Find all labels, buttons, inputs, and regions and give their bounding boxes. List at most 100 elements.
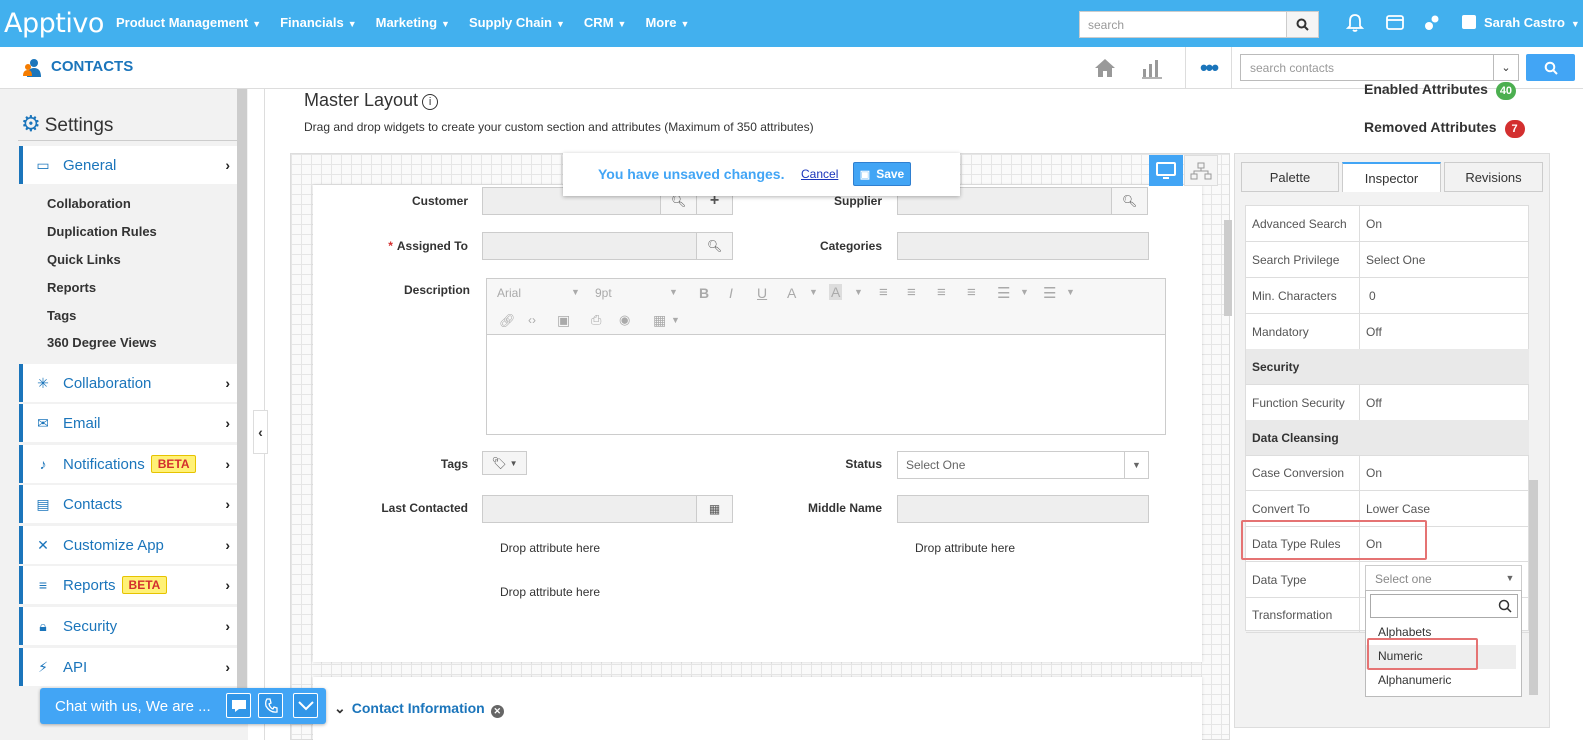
info-icon[interactable]: i [422,94,439,110]
font-size-select[interactable]: 9pt [595,286,612,300]
contacts-search-input[interactable]: search contacts [1240,54,1494,81]
sidebar-scrollbar[interactable] [237,89,247,701]
sidebar-item-reports[interactable]: ≡ Reports BETA › [19,566,237,604]
code-icon[interactable]: ‹› [528,313,536,327]
align-left-icon[interactable]: ≡ [879,284,888,301]
chat-minimize-button[interactable] [293,693,318,718]
remove-section-icon[interactable]: ✕ [490,705,504,718]
sidebar-item-contacts[interactable]: ▤ Contacts › [19,485,237,523]
nav-more[interactable]: More ▼ [645,15,689,30]
image-icon[interactable]: ▣ [557,312,570,329]
tags-dropdown[interactable]: 🏷︎ ▼ [482,451,527,475]
section-contact-information[interactable]: ⌄ Contact Information ✕ [334,700,504,718]
caret-down-icon: ▼ [680,19,690,29]
global-search-input[interactable]: search [1079,11,1287,38]
property-row[interactable]: Function Security Off [1246,385,1529,421]
home-icon[interactable] [1093,57,1117,79]
option-alphanumeric[interactable]: Alphanumeric [1366,669,1516,693]
sidebar-subitem-duplication-rules[interactable]: Duplication Rules [47,224,157,239]
inspector-scrollbar[interactable] [1529,480,1538,695]
chat-message-button[interactable] [226,693,251,718]
contacts-search-button[interactable] [1526,54,1575,81]
description-rich-text-editor[interactable]: Arial ▼ 9pt ▼ B I U A ▼ A ▼ ≡ ≡ ≡ ≡ ☰ ▼ … [486,278,1166,435]
nav-supply-chain[interactable]: Supply Chain ▼ [469,15,565,30]
sidebar-item-api[interactable]: ⚡︎ API › [19,648,237,686]
sidebar-item-security[interactable]: 🔒︎ Security › [19,607,237,645]
nav-crm[interactable]: CRM ▼ [584,15,627,30]
drop-zone[interactable]: Drop attribute here [915,541,1015,555]
status-select[interactable]: Select One ▼ [897,451,1149,479]
drop-zone[interactable]: Drop attribute here [500,585,600,599]
search-options-dropdown[interactable]: ⌄ [1493,54,1519,81]
calendar-button[interactable]: ▦ [696,495,733,523]
highlight-color-icon[interactable]: A [829,284,843,300]
link-icon[interactable]: 🔗︎ [499,313,516,329]
reports-chart-icon[interactable] [1140,57,1164,79]
assigned-to-search-button[interactable]: 🔍︎ [696,232,733,260]
sidebar-item-collaboration[interactable]: ✳ Collaboration › [19,364,237,402]
sidebar-item-customize-app[interactable]: ✕ Customize App › [19,526,237,564]
data-type-select[interactable]: Select one ▼ [1365,565,1522,591]
align-right-icon[interactable]: ≡ [937,284,946,301]
bold-icon[interactable]: B [699,285,709,301]
more-options-icon[interactable]: ••• [1185,47,1232,89]
description-label: Description [403,283,470,297]
preview-eye-icon[interactable]: ◉ [619,312,630,328]
desktop-view-button[interactable] [1149,155,1183,186]
nav-marketing[interactable]: Marketing ▼ [376,15,450,30]
font-family-select[interactable]: Arial [497,286,521,300]
last-contacted-field[interactable] [482,495,698,523]
sidebar-subitem-collaboration[interactable]: Collaboration [47,196,131,211]
app-title[interactable]: CONTACTS [51,58,133,75]
sidebar-item-notifications[interactable]: ♪ Notifications BETA › [19,445,237,483]
chevron-right-icon: › [225,456,230,472]
text-color-icon[interactable]: A [787,285,796,301]
sidebar-item-general[interactable]: ▭ General › [19,146,237,184]
store-icon[interactable] [1385,13,1405,33]
property-row[interactable]: Advanced Search On [1246,206,1529,242]
sidebar-subitem-360-degree-views[interactable]: 360 Degree Views [47,335,157,350]
italic-icon[interactable]: I [729,285,733,301]
user-switch-icon[interactable] [1422,13,1442,33]
middle-name-field[interactable] [897,495,1149,523]
dropdown-search-input[interactable] [1370,594,1518,618]
user-menu[interactable]: Sarah Castro ▼ [1462,15,1580,30]
chat-widget[interactable]: Chat with us, We are ... [40,688,326,724]
property-row[interactable]: Mandatory Off [1246,314,1529,350]
justify-icon[interactable]: ≡ [967,284,976,301]
underline-icon[interactable]: U [757,285,767,301]
sidebar-subitem-reports[interactable]: Reports [47,280,96,295]
sidebar-subitem-quick-links[interactable]: Quick Links [47,252,121,267]
print-icon[interactable]: ⎙ [591,312,601,328]
property-row[interactable]: Case Conversion On [1246,455,1529,491]
nav-product-management[interactable]: Product Management ▼ [116,15,261,30]
property-row[interactable]: Min. Characters 0 [1246,278,1529,314]
tab-inspector[interactable]: Inspector [1342,162,1441,192]
save-button[interactable]: ▣ Save [853,162,911,186]
enabled-attributes[interactable]: Enabled Attributes 40 [1364,81,1516,100]
removed-attributes[interactable]: Removed Attributes 7 [1364,119,1525,138]
supplier-search-button[interactable]: 🔍︎ [1111,187,1148,215]
collapse-sidebar-button[interactable]: ‹ [253,410,268,454]
apptivo-logo[interactable]: Apptivo [4,8,104,39]
align-center-icon[interactable]: ≡ [907,284,916,301]
numbered-list-icon[interactable]: ☰ [1043,284,1056,302]
table-icon[interactable]: ▦ [653,312,666,329]
hierarchy-view-button[interactable] [1184,155,1218,186]
global-search-button[interactable] [1286,11,1319,38]
bell-icon[interactable] [1345,13,1365,33]
cancel-link[interactable]: Cancel [801,167,838,181]
sidebar-subitem-tags[interactable]: Tags [47,308,76,323]
chat-call-button[interactable] [258,693,283,718]
bullet-list-icon[interactable]: ☰ [997,284,1010,302]
property-row[interactable]: Search Privilege Select One [1246,242,1529,278]
chevron-left-icon: ‹ [258,424,263,440]
nav-financials[interactable]: Financials ▼ [280,15,357,30]
drop-zone[interactable]: Drop attribute here [500,541,600,555]
tab-revisions[interactable]: Revisions [1444,162,1543,192]
categories-field[interactable] [897,232,1149,260]
canvas-scrollbar[interactable] [1224,220,1232,316]
sidebar-item-email[interactable]: ✉ Email › [19,404,237,442]
tab-palette[interactable]: Palette [1241,162,1339,192]
assigned-to-field[interactable] [482,232,698,260]
